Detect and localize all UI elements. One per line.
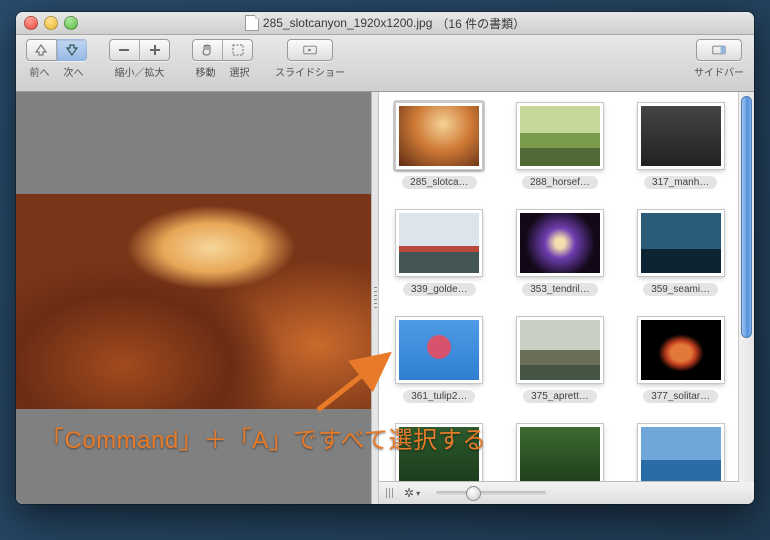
thumbnail-item[interactable] bbox=[627, 421, 734, 481]
thumbnail-image bbox=[399, 106, 479, 166]
sidebar-label: サイドバー bbox=[694, 64, 744, 79]
thumbnail-item[interactable]: 361_tulip2… bbox=[386, 314, 493, 403]
zoom-in-button[interactable] bbox=[140, 39, 170, 61]
marquee-icon bbox=[231, 43, 245, 57]
select-tool-button[interactable] bbox=[223, 39, 253, 61]
close-button[interactable] bbox=[24, 16, 38, 30]
thumbnail-label: 285_slotca… bbox=[402, 176, 476, 189]
thumbnail-image bbox=[399, 213, 479, 273]
thumbnail-frame bbox=[517, 424, 603, 481]
thumbnail-item[interactable]: 359_seami… bbox=[627, 207, 734, 296]
thumbnail-size-slider[interactable] bbox=[436, 491, 546, 495]
thumbnail-image bbox=[520, 106, 600, 166]
thumbnail-item[interactable]: 375_aprett… bbox=[507, 314, 614, 403]
preview-image bbox=[16, 194, 371, 409]
thumbnail-image bbox=[641, 213, 721, 273]
gear-icon: ✲ bbox=[404, 486, 414, 500]
slider-knob[interactable] bbox=[466, 486, 481, 501]
thumbnail-frame bbox=[517, 317, 603, 383]
toolbar: 前へ 次へ 縮小／拡大 bbox=[16, 35, 754, 92]
tool-group: 移動 選択 bbox=[192, 39, 253, 79]
thumbnail-frame bbox=[638, 103, 724, 169]
slideshow-button[interactable] bbox=[287, 39, 333, 61]
sidebar-footer: ✲ ▾ bbox=[378, 481, 754, 504]
thumbnail-item[interactable]: 285_slotca… bbox=[386, 100, 493, 189]
minus-icon bbox=[117, 43, 131, 57]
nav-group: 前へ 次へ bbox=[26, 39, 87, 79]
next-label: 次へ bbox=[64, 64, 84, 79]
annotation-text: 「Command」＋「A」ですべて選択する bbox=[40, 420, 487, 455]
thumbnail-frame bbox=[517, 210, 603, 276]
scrollbar-thumb[interactable] bbox=[741, 96, 752, 338]
prev-label: 前へ bbox=[30, 64, 50, 79]
thumbnail-label: 317_manh… bbox=[644, 176, 717, 189]
prev-button[interactable] bbox=[26, 39, 57, 61]
thumbnail-image bbox=[641, 106, 721, 166]
zoom-group: 縮小／拡大 bbox=[109, 39, 170, 79]
chevron-down-icon: ▾ bbox=[416, 489, 420, 498]
thumbnail-image bbox=[520, 427, 600, 481]
thumbnail-image bbox=[641, 320, 721, 380]
thumbnail-label: 353_tendril… bbox=[522, 283, 597, 296]
next-button[interactable] bbox=[57, 39, 87, 61]
slideshow-group: スライドショー bbox=[275, 39, 345, 79]
sidebar-icon bbox=[712, 43, 726, 57]
thumbnail-item[interactable]: 377_solitar… bbox=[627, 314, 734, 403]
thumbnail-frame bbox=[638, 317, 724, 383]
zoom-out-button[interactable] bbox=[109, 39, 140, 61]
thumbnail-item[interactable]: 317_manh… bbox=[627, 100, 734, 189]
thumbnail-frame bbox=[396, 210, 482, 276]
move-tool-button[interactable] bbox=[192, 39, 223, 61]
select-label: 選択 bbox=[230, 64, 250, 79]
zoom-button[interactable] bbox=[64, 16, 78, 30]
sidebar-toggle-button[interactable] bbox=[696, 39, 742, 61]
thumbnail-image bbox=[641, 427, 721, 481]
window-title: 285_slotcanyon_1920x1200.jpg （16 件の書類） bbox=[16, 15, 754, 32]
thumbnail-item[interactable]: 353_tendril… bbox=[507, 207, 614, 296]
move-label: 移動 bbox=[196, 64, 216, 79]
thumbnail-label: 377_solitar… bbox=[643, 390, 718, 403]
slideshow-label: スライドショー bbox=[275, 64, 345, 79]
thumbnail-label: 375_aprett… bbox=[523, 390, 597, 403]
thumbnail-frame bbox=[638, 424, 724, 481]
thumbnail-item[interactable]: 339_golde… bbox=[386, 207, 493, 296]
thumbnail-label: 339_golde… bbox=[403, 283, 476, 296]
titlebar: 285_slotcanyon_1920x1200.jpg （16 件の書類） bbox=[16, 12, 754, 35]
action-menu-button[interactable]: ✲ ▾ bbox=[404, 486, 420, 500]
thumbnail-image bbox=[520, 320, 600, 380]
arrow-down-icon bbox=[65, 43, 79, 57]
zoom-label: 縮小／拡大 bbox=[115, 64, 165, 79]
plus-icon bbox=[148, 43, 162, 57]
arrow-up-icon bbox=[34, 43, 48, 57]
thumbnail-frame bbox=[517, 103, 603, 169]
thumbnail-frame bbox=[638, 210, 724, 276]
title-filename: 285_slotcanyon_1920x1200.jpg bbox=[263, 16, 432, 30]
slideshow-icon bbox=[303, 43, 317, 57]
thumbnail-item[interactable]: 288_horsef… bbox=[507, 100, 614, 189]
hand-icon bbox=[200, 43, 214, 57]
thumbnail-image bbox=[399, 320, 479, 380]
title-doc-count: （16 件の書類） bbox=[436, 15, 525, 32]
thumbnail-label: 359_seami… bbox=[643, 283, 718, 296]
thumbnail-frame bbox=[396, 103, 482, 169]
thumbnail-frame bbox=[396, 317, 482, 383]
document-icon bbox=[245, 15, 259, 31]
thumbnail-label: 361_tulip2… bbox=[403, 390, 475, 403]
thumbnail-image bbox=[520, 213, 600, 273]
minimize-button[interactable] bbox=[44, 16, 58, 30]
footer-grip-icon bbox=[386, 488, 394, 498]
traffic-lights bbox=[16, 16, 78, 30]
thumbnail-item[interactable] bbox=[507, 421, 614, 481]
vertical-scrollbar[interactable] bbox=[738, 92, 754, 482]
sidebar-toggle-group: サイドバー bbox=[694, 39, 744, 79]
thumbnail-label: 288_horsef… bbox=[522, 176, 598, 189]
grip-icon bbox=[374, 287, 377, 309]
